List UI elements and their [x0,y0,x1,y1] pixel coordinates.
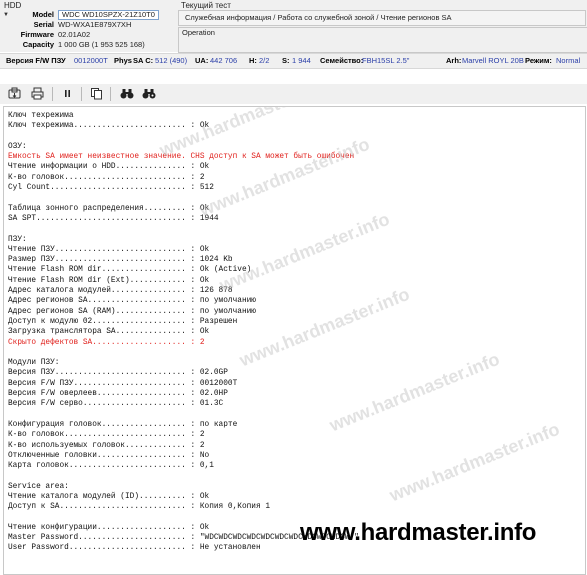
ua-label: UA: [195,56,209,65]
heads-value: 2/2 [259,56,270,65]
log-line: Модули ПЗУ: [8,359,60,368]
print-icon [31,87,44,100]
log-lines: Ключ техрежима Ключ техрежима............… [8,111,359,554]
hdd-capacity-label: Capacity [22,40,54,49]
toolbar-separator [110,87,111,101]
sac-label: SA C: [133,56,154,65]
mode-label: Режим: [525,56,552,65]
log-line: ПЗУ: [8,235,27,244]
log-line: Адрес каталога модулей................ :… [8,287,233,296]
fw-version-label: Версия F/W ПЗУ [6,56,66,65]
status-bar: Версия F/W ПЗУ 0012000T Phys SA C: 512 (… [0,53,587,69]
hdd-capacity-row: Capacity 1 000 GB (1 953 525 168) [9,40,177,50]
find-next-icon [142,89,155,99]
log-line: Адрес регионов SA..................... :… [8,297,256,306]
log-line: Чтение ПЗУ............................ :… [8,245,210,254]
log-line: Чтение каталога модулей (ID).......... :… [8,492,210,501]
log-line: Адрес регионов SA (RAM)............... :… [8,307,256,316]
spt-value: 1 944 [292,56,311,65]
current-test-box: Служебная информация / Работа со служебн… [178,10,586,26]
log-line: К-во головок.......................... :… [8,431,205,440]
log-line: Таблица зонного распределения......... :… [8,204,210,213]
log-line: Cyl Count............................. :… [8,184,214,193]
family-value: FBH15SL 2.5" [362,56,410,65]
hdd-serial-label: Serial [33,20,54,29]
pause-button[interactable] [60,86,75,101]
print-button[interactable] [30,86,45,101]
log-line: Карта головок......................... :… [8,462,214,471]
log-line: Загрузка транслятора SA............... :… [8,328,210,337]
log-line: Чтение Flash ROM dir.................. :… [8,266,252,275]
save-log-button[interactable] [7,86,22,101]
log-line: ОЗУ: [8,142,27,151]
log-line: Емкость SA имеет неизвестное значение. C… [8,153,355,162]
arch-label: Arh: [446,56,462,65]
hdd-firmware-label: Firmware [20,30,54,39]
phys-label: Phys [114,56,132,65]
hdd-firmware-value: 02.01A02 [58,30,91,39]
log-line: Конфигурация головок.................. :… [8,420,238,429]
hdd-capacity-value: 1 000 GB (1 953 525 168) [58,40,145,49]
log-line: Скрыто дефектов SA.................... :… [8,338,205,347]
hdd-model-value[interactable]: WDC WD10SPZX-21Z10T0 [58,10,159,20]
log-line: Ключ техрежима [8,112,74,120]
log-line: Размер ПЗУ............................ :… [8,256,233,265]
current-test-group: Текущий тест Служебная информация / Рабо… [178,1,586,27]
hdd-serial-value: WD-WXA1E879X7XH [58,20,132,29]
copy-button[interactable] [89,86,104,101]
log-line: Доступ к SA........................... :… [8,503,271,512]
log-line: Версия F/W ПЗУ........................ :… [8,379,238,388]
info-panel: HDD ▼ Model WDC WD10SPZX-21Z10T0 Serial … [0,0,587,53]
log-line: Версия F/W серво...................... :… [8,400,224,409]
toolbar-separator [52,87,53,101]
pause-icon [65,90,70,97]
watermark-url: www.hardmaster.info [300,519,537,546]
operation-title: Operation [182,28,215,37]
hdd-group: HDD ▼ Model WDC WD10SPZX-21Z10T0 Serial … [1,1,176,51]
hdd-model-row[interactable]: Model WDC WD10SPZX-21Z10T0 [9,10,177,20]
mode-value: Normal [556,56,581,65]
hdd-firmware-row: Firmware 02.01A02 [9,30,177,40]
log-line: Чтение Flash ROM dir (Ext)............ :… [8,276,210,285]
current-test-title: Текущий тест [181,1,231,10]
log-line: К-во используемых головок............. :… [8,441,205,450]
toolbar-separator [81,87,82,101]
hdd-model-label: Model [32,10,54,19]
current-test-text: Служебная информация / Работа со служебн… [185,13,452,22]
hdd-serial-row: Serial WD-WXA1E879X7XH [9,20,177,30]
log-line: Чтение информации о HDD............... :… [8,163,210,172]
find-icon [120,89,133,99]
log-line: К-во головок.......................... :… [8,173,205,182]
copy-icon [91,88,102,100]
log-line: SA SPT................................ :… [8,214,219,223]
fw-version-value: 0012000T [74,56,108,65]
log-line: Service area: [8,482,69,491]
log-toolbar [0,84,587,104]
log-line: Версия F/W оверлеев................... :… [8,390,228,399]
ua-value: 442 706 [210,56,238,65]
find-button[interactable] [119,86,134,101]
heads-label: H: [249,56,257,65]
watermark-text: www.hardmaster.info [386,418,563,506]
log-line: Ключ техрежима........................ :… [8,122,210,131]
family-label: Семейство: [320,56,364,65]
operation-group: Operation [178,27,587,53]
arch-value: Marvell ROYL 20B [462,56,524,65]
save-log-icon [8,87,21,99]
sac-value: 512 (490) [155,56,188,65]
log-line: Версия ПЗУ............................ :… [8,369,228,378]
hdd-group-title: HDD [4,1,22,10]
log-line: Отключенные головки................... :… [8,451,210,460]
log-output[interactable]: Ключ техрежима Ключ техрежима............… [3,106,586,575]
spt-label: S: [282,56,290,65]
find-next-button[interactable] [141,86,156,101]
hdd-info-grid: Model WDC WD10SPZX-21Z10T0 Serial WD-WXA… [9,10,177,50]
log-line: Доступ к модулю 02.................... :… [8,317,238,326]
